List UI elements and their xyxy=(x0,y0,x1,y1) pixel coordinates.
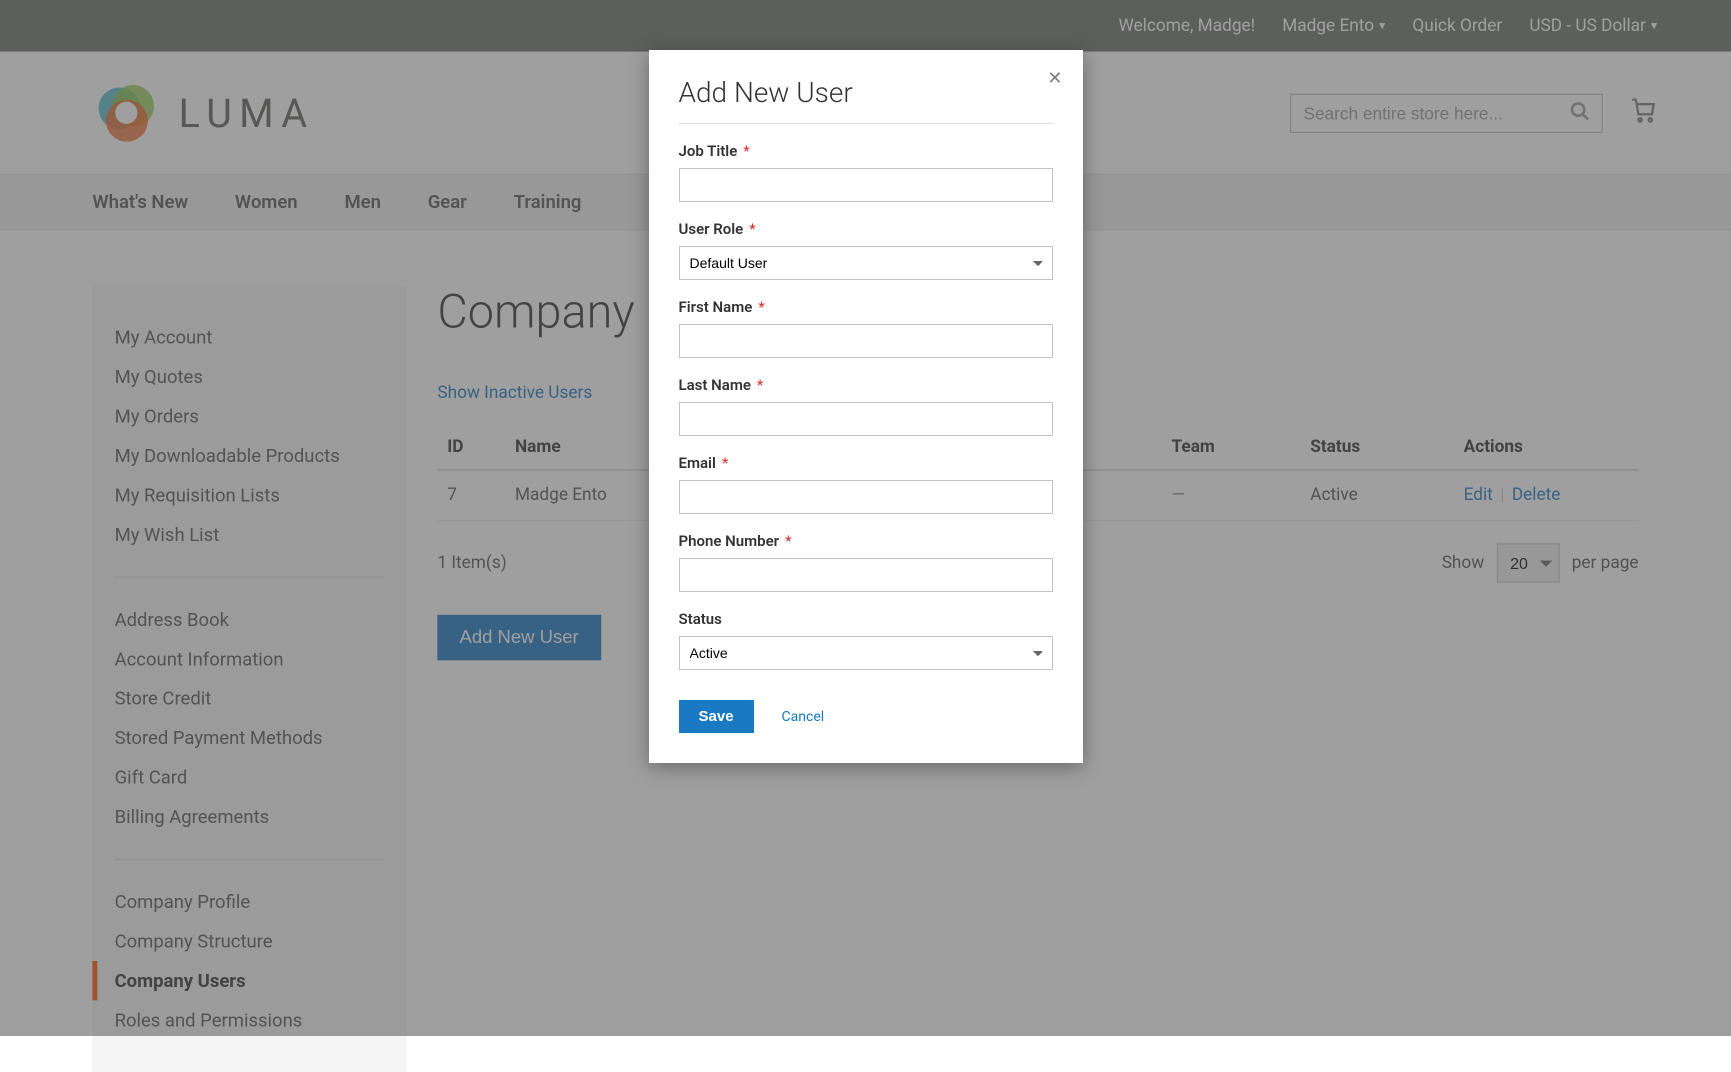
user-role-select[interactable]: Default User xyxy=(679,246,1053,280)
first-name-label: First Name* xyxy=(679,298,1053,316)
last-name-input[interactable] xyxy=(679,402,1053,436)
phone-input[interactable] xyxy=(679,558,1053,592)
add-user-modal: ✕ Add New User Job Title* User Role* Def… xyxy=(649,50,1083,763)
first-name-input[interactable] xyxy=(679,324,1053,358)
job-title-label: Job Title* xyxy=(679,142,1053,160)
modal-title: Add New User xyxy=(679,76,1053,124)
phone-label: Phone Number* xyxy=(679,532,1053,550)
cancel-link[interactable]: Cancel xyxy=(782,709,825,725)
status-label: Status xyxy=(679,610,1053,628)
close-icon[interactable]: ✕ xyxy=(1047,68,1062,89)
save-button[interactable]: Save xyxy=(679,700,754,733)
email-input[interactable] xyxy=(679,480,1053,514)
user-role-label: User Role* xyxy=(679,220,1053,238)
last-name-label: Last Name* xyxy=(679,376,1053,394)
status-select[interactable]: Active xyxy=(679,636,1053,670)
job-title-input[interactable] xyxy=(679,168,1053,202)
email-label: Email* xyxy=(679,454,1053,472)
